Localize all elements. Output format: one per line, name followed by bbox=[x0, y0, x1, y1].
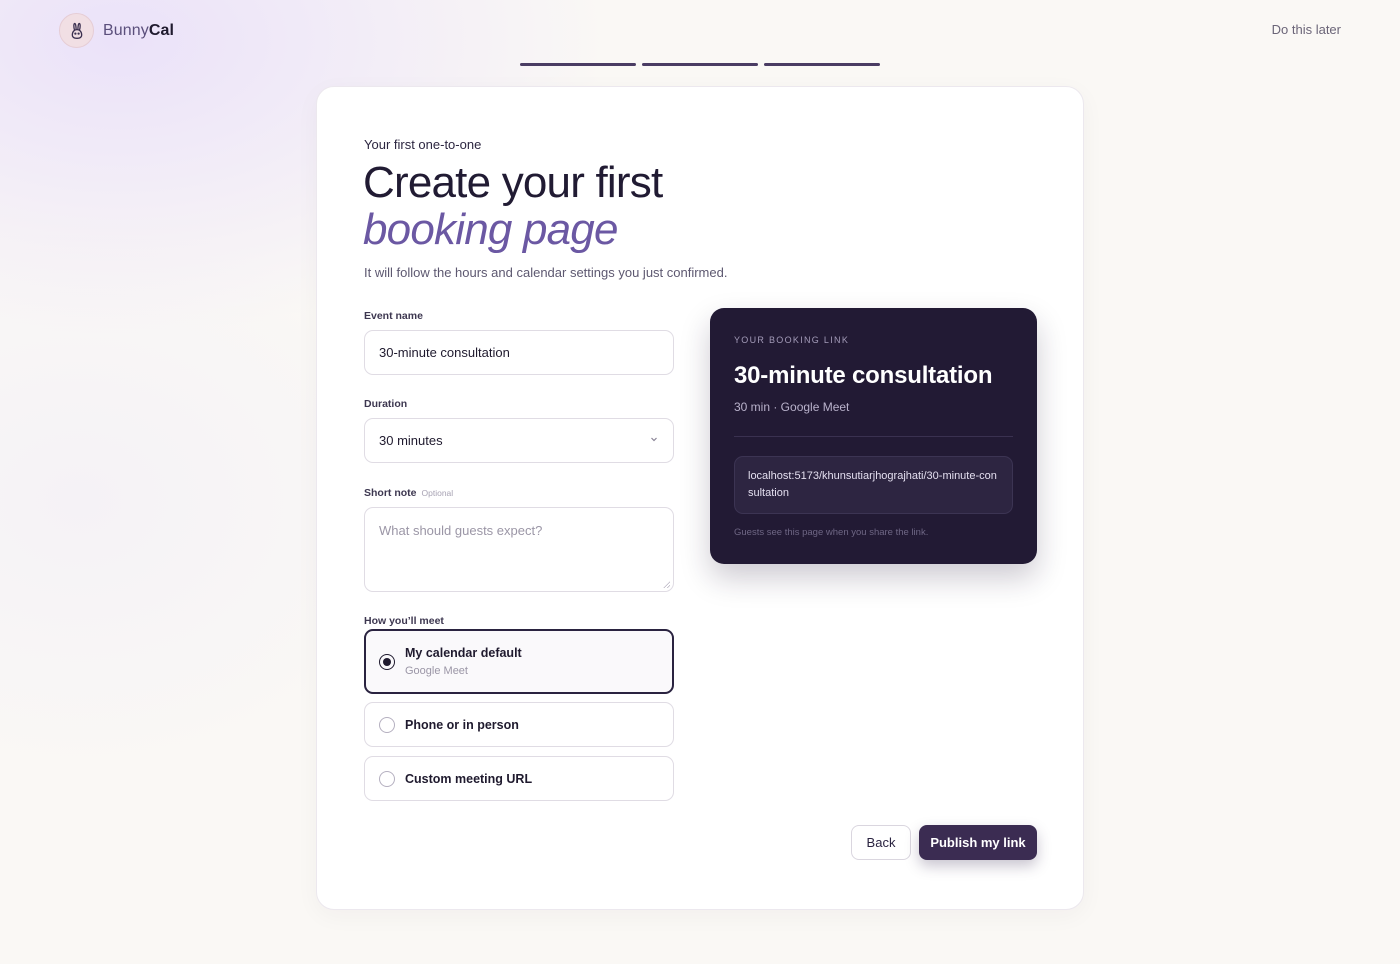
preview-eyebrow: YOUR BOOKING LINK bbox=[734, 335, 850, 345]
event-name-value: 30-minute consultation bbox=[379, 345, 510, 360]
onboarding-card: Your first one-to-one Create your first … bbox=[316, 86, 1084, 910]
chevron-down-icon bbox=[649, 434, 659, 447]
meeting-option-custom-url[interactable]: Custom meeting URL bbox=[364, 756, 674, 801]
page-title: Create your first booking page bbox=[363, 158, 663, 254]
option-title: Phone or in person bbox=[405, 717, 519, 732]
resize-handle[interactable] bbox=[663, 581, 670, 588]
progress-step-2 bbox=[642, 63, 758, 66]
do-this-later-link[interactable]: Do this later bbox=[1272, 22, 1341, 37]
short-note-textarea[interactable]: What should guests expect? bbox=[364, 507, 674, 592]
short-note-label: Short note Optional bbox=[364, 487, 454, 499]
meeting-option-calendar-default[interactable]: My calendar default Google Meet bbox=[364, 629, 674, 694]
booking-link-preview: YOUR BOOKING LINK 30-minute consultation… bbox=[710, 308, 1037, 564]
preview-footnote: Guests see this page when you share the … bbox=[734, 527, 929, 538]
progress-step-1 bbox=[520, 63, 636, 66]
title-line-1: Create your first bbox=[363, 158, 663, 207]
option-subtitle: Google Meet bbox=[405, 665, 468, 677]
event-name-input[interactable]: 30-minute consultation bbox=[364, 330, 674, 375]
meeting-type-label: How you’ll meet bbox=[364, 615, 444, 627]
option-title: Custom meeting URL bbox=[405, 771, 533, 786]
brand-logo[interactable]: BunnyCal bbox=[59, 13, 174, 48]
bunny-icon bbox=[59, 13, 94, 48]
duration-select[interactable]: 30 minutes bbox=[364, 418, 674, 463]
short-note-placeholder: What should guests expect? bbox=[379, 523, 543, 538]
preview-meta: 30 min · Google Meet bbox=[734, 400, 850, 414]
optional-tag: Optional bbox=[421, 488, 454, 498]
event-name-label: Event name bbox=[364, 310, 423, 322]
back-button[interactable]: Back bbox=[851, 825, 911, 860]
duration-label: Duration bbox=[364, 398, 408, 410]
meeting-option-phone[interactable]: Phone or in person bbox=[364, 702, 674, 747]
title-line-2: booking page bbox=[363, 205, 618, 254]
page-subtitle: It will follow the hours and calendar se… bbox=[364, 265, 728, 280]
booking-url[interactable]: localhost:5173/khunsutiarjhograjhati/30-… bbox=[734, 456, 1013, 514]
radio-unselected[interactable] bbox=[379, 770, 395, 787]
step-eyebrow: Your first one-to-one bbox=[364, 137, 482, 152]
radio-selected[interactable] bbox=[379, 653, 395, 670]
brand-name: BunnyCal bbox=[103, 21, 175, 39]
duration-value: 30 minutes bbox=[379, 433, 443, 448]
progress-step-3 bbox=[764, 63, 880, 66]
radio-unselected[interactable] bbox=[379, 716, 395, 733]
preview-divider bbox=[734, 436, 1013, 437]
publish-button[interactable]: Publish my link bbox=[919, 825, 1037, 860]
preview-title: 30-minute consultation bbox=[734, 362, 993, 389]
onboarding-progress bbox=[520, 63, 880, 66]
option-title: My calendar default bbox=[405, 646, 522, 660]
